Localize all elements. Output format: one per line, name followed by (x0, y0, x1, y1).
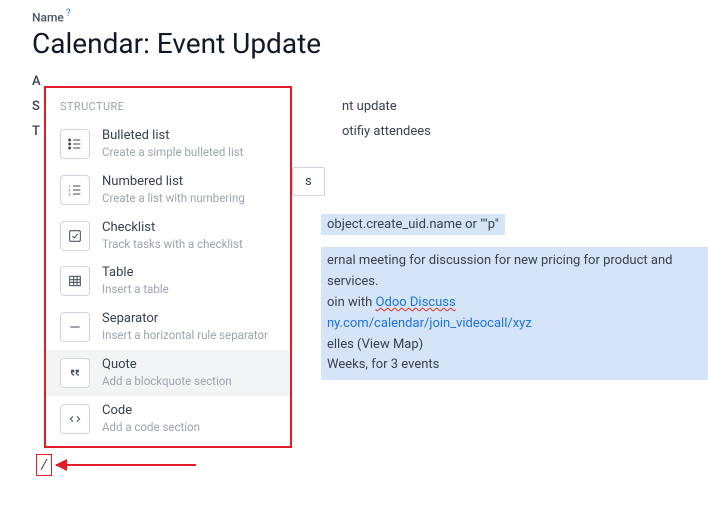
code-icon (60, 404, 90, 434)
menu-item-desc: Create a list with numbering (102, 191, 245, 206)
menu-item-checklist[interactable]: ChecklistTrack tasks with a checklist (46, 213, 290, 259)
page-title[interactable]: Calendar: Event Update (32, 27, 708, 60)
svg-text:3: 3 (68, 191, 70, 196)
menu-item-separator[interactable]: SeparatorInsert a horizontal rule separa… (46, 304, 290, 350)
menu-item-title: Quote (102, 357, 232, 374)
name-field-label: Name? (32, 8, 708, 25)
menu-item-quote[interactable]: QuoteAdd a blockquote section (46, 350, 290, 396)
slash-trigger[interactable]: / (36, 454, 52, 476)
menu-item-title: Code (102, 403, 200, 420)
menu-item-desc: Add a code section (102, 420, 200, 435)
annotation-arrow (56, 464, 196, 466)
row-s-value: nt update (342, 99, 397, 114)
check-square-icon (60, 221, 90, 251)
list-ol-icon: 123 (60, 175, 90, 205)
menu-item-title: Separator (102, 311, 268, 328)
row-t-value: otifiy attendees (342, 124, 431, 139)
menu-item-title: Numbered list (102, 174, 245, 191)
body-line-4: elles (View Map) (327, 335, 702, 356)
menu-item-desc: Track tasks with a checklist (102, 237, 243, 252)
menu-item-desc: Insert a horizontal rule separator (102, 328, 268, 343)
menu-item-bulleted-list[interactable]: Bulleted listCreate a simple bulleted li… (46, 121, 290, 167)
slash-command-menu: STRUCTURE Bulleted listCreate a simple b… (44, 86, 292, 448)
menu-item-code[interactable]: CodeAdd a code section (46, 396, 290, 442)
menu-section-header: STRUCTURE (46, 96, 290, 121)
menu-item-numbered-list[interactable]: 123 Numbered listCreate a list with numbe… (46, 167, 290, 213)
menu-item-desc: Add a blockquote section (102, 374, 232, 389)
quote-icon (60, 358, 90, 388)
tab-partial[interactable]: s (292, 167, 325, 196)
menu-item-table[interactable]: TableInsert a table (46, 258, 290, 304)
menu-item-desc: Create a simple bulleted list (102, 145, 243, 160)
body-line-3[interactable]: ny.com/calendar/join_videocall/xyz (327, 314, 702, 335)
discuss-link[interactable]: Odoo Discuss (376, 295, 456, 310)
body-line-5: Weeks, for 3 events (327, 355, 702, 376)
menu-item-title: Bulleted list (102, 128, 243, 145)
body-line-2: oin with Odoo Discuss (327, 293, 702, 314)
hello-expression: object.create_uid.name or ""p" (321, 214, 505, 235)
menu-item-desc: Insert a table (102, 282, 169, 297)
help-icon[interactable]: ? (66, 8, 71, 19)
table-icon (60, 266, 90, 296)
menu-item-title: Checklist (102, 220, 243, 237)
list-ul-icon (60, 129, 90, 159)
body-line-1: ernal meeting for discussion for new pri… (327, 251, 702, 293)
minus-icon (60, 312, 90, 342)
menu-item-title: Table (102, 265, 169, 282)
